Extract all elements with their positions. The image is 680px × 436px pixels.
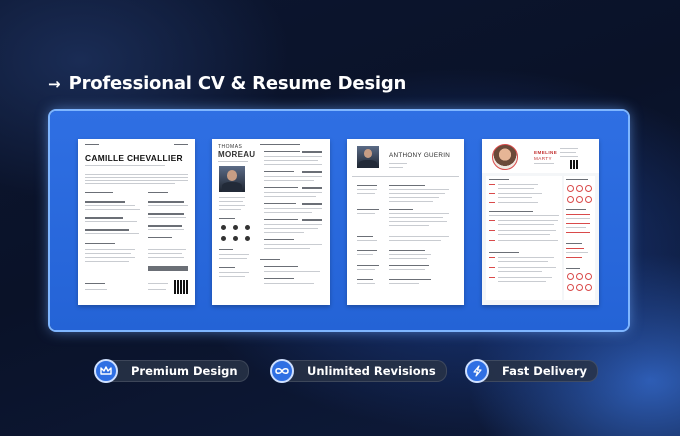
badge-unlimited-revisions: Unlimited Revisions — [270, 358, 447, 384]
badge-label: Unlimited Revisions — [272, 360, 447, 382]
resume-last-name: MOREAU — [218, 150, 256, 159]
headline-title: Professional CV & Resume Design — [68, 73, 407, 94]
qr-code-icon — [174, 280, 188, 294]
resume-name: CAMILLE CHEVALLIER — [85, 153, 183, 163]
profile-photo — [219, 166, 245, 192]
lightning-icon — [465, 359, 489, 383]
resume-last-name: MARTY — [534, 156, 552, 161]
qr-code-icon — [570, 160, 579, 169]
crown-icon — [94, 359, 118, 383]
banner: → Professional CV & Resume Design CAMILL… — [0, 0, 680, 436]
arrow-icon: → — [48, 74, 61, 93]
infinity-icon — [270, 359, 294, 383]
resume-card-thomas: THOMAS MOREAU — [212, 139, 330, 305]
badge-premium-design: Premium Design — [94, 358, 249, 384]
profile-photo — [357, 146, 379, 168]
badge-fast-delivery: Fast Delivery — [465, 358, 598, 384]
headline: → Professional CV & Resume Design — [48, 73, 406, 94]
resume-card-camille: CAMILLE CHEVALLIER — [78, 139, 195, 305]
resume-showcase-frame: CAMILLE CHEVALLIER THOMAS MOREAU ANTHONY… — [50, 111, 628, 330]
resume-card-anthony: ANTHONY GUERIN — [347, 139, 464, 305]
resume-first-name: EMELINE — [534, 150, 558, 155]
resume-name: ANTHONY GUERIN — [389, 152, 451, 159]
badge-label: Premium Design — [96, 360, 249, 382]
resume-card-emeline: EMELINE MARTY — [482, 139, 599, 305]
avatar — [492, 144, 518, 170]
